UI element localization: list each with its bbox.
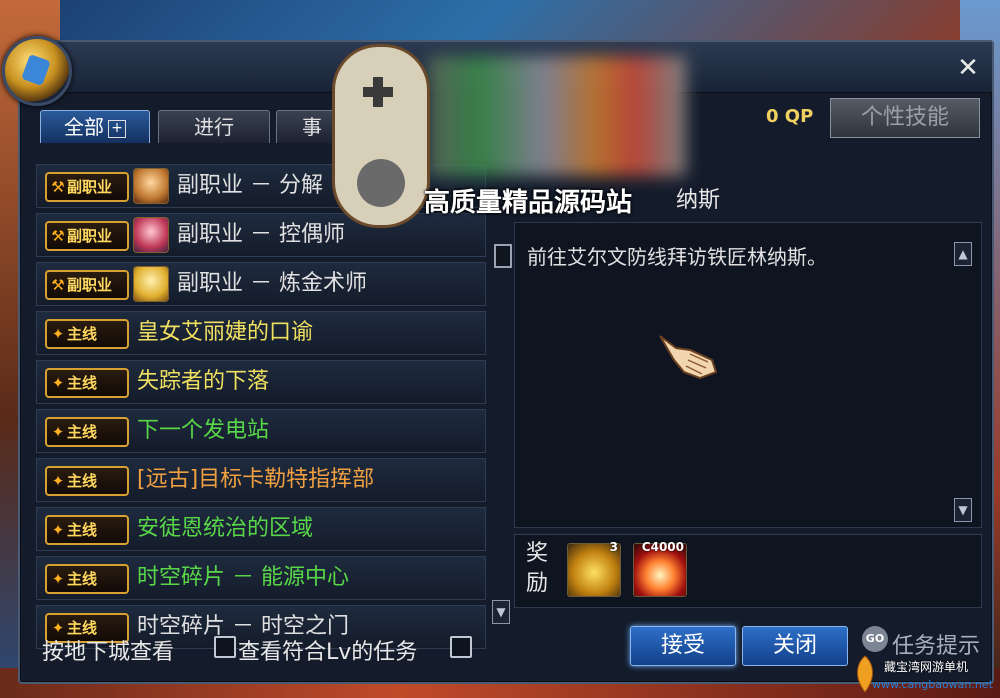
close-button[interactable]: 关闭 [742, 626, 848, 666]
quest-detail-title: 纳斯 [676, 188, 721, 213]
quest-type-badge: ⚒ 副职业 [45, 270, 129, 300]
quest-detail-panel: 前往艾尔文防线拜访铁匠林纳斯。 [514, 222, 982, 528]
quest-type-badge: ✦ 主线 [45, 515, 129, 545]
npc-avatar [133, 266, 169, 302]
crossed-axes-icon: ⚒ [51, 276, 65, 294]
level-filter-label: 查看符合Lv的任务 [238, 640, 418, 665]
detail-scroll-down-icon[interactable]: ▼ [954, 498, 972, 522]
list-item[interactable]: ✦ 主线 皇女艾丽婕的口谕 [36, 311, 486, 355]
main-quest-icon: ✦ [51, 423, 65, 441]
tab-all[interactable]: 全部 + [40, 110, 150, 143]
quest-title: 安徒恩统治的区域 [137, 516, 314, 541]
quest-type-badge: ✦ 主线 [45, 564, 129, 594]
tab-in-progress[interactable]: 进行 [158, 110, 270, 143]
main-quest-icon: ✦ [51, 374, 65, 392]
quest-hint-button[interactable]: 任务提示 [892, 628, 980, 660]
watermark-url: www.cangbaowan.net [872, 678, 993, 691]
reward-panel: 奖励 3 C4000 [514, 534, 982, 608]
gold-coins-icon[interactable]: 3 [567, 540, 621, 597]
list-item[interactable]: ✦ 主线 下一个发电站 [36, 409, 486, 453]
quest-title: 副职业 － 炼金术师 [177, 271, 367, 296]
tab-all-label: 全部 [64, 115, 104, 139]
gamepad-logo-icon [332, 44, 430, 228]
main-quest-icon: ✦ [51, 521, 65, 539]
quest-type-badge: ⚒ 副职业 [45, 221, 129, 251]
tab-events-label: 事 [302, 115, 322, 139]
list-scroll-down-icon[interactable]: ▼ [492, 600, 510, 624]
list-item[interactable]: ✦ 主线 时空碎片 － 能源中心 [36, 556, 486, 600]
accept-button[interactable]: 接受 [630, 626, 736, 666]
quest-title: 时空碎片 － 能源中心 [137, 565, 349, 590]
quest-type-badge: ✦ 主线 [45, 368, 129, 398]
main-quest-icon: ✦ [51, 325, 65, 343]
site-title: 高质量精品源码站 [424, 188, 633, 218]
npc-avatar [133, 217, 169, 253]
watermark-name: 藏宝湾网游单机 [884, 660, 969, 674]
main-quest-icon: ✦ [51, 472, 65, 490]
quest-title: 副职业 － 控偶师 [177, 222, 345, 247]
quest-type-badge: ✦ 主线 [45, 319, 129, 349]
list-item[interactable]: ✦ 主线 安徒恩统治的区域 [36, 507, 486, 551]
quest-title: [远古]目标卡勒特指挥部 [137, 467, 375, 492]
quest-description: 前往艾尔文防线拜访铁匠林纳斯。 [527, 245, 827, 269]
expand-icon[interactable]: + [108, 120, 126, 138]
main-quest-icon: ✦ [51, 570, 65, 588]
quest-type-badge: ✦ 主线 [45, 466, 129, 496]
go-icon[interactable]: GO [862, 626, 888, 652]
list-item[interactable]: ✦ 主线 [远古]目标卡勒特指挥部 [36, 458, 486, 502]
list-item[interactable]: ✦ 主线 失踪者的下落 [36, 360, 486, 404]
detail-scroll-up-icon[interactable]: ▲ [954, 242, 972, 266]
experience-icon[interactable]: C4000 [633, 540, 687, 597]
list-item[interactable]: ⚒ 副职业 副职业 － 炼金术师 [36, 262, 486, 306]
level-filter-checkbox[interactable] [214, 636, 236, 658]
tab-in-progress-label: 进行 [194, 115, 234, 139]
quest-orb-icon [2, 36, 72, 106]
qp-counter: 0 QP [766, 106, 814, 127]
close-window-button[interactable]: ✕ [956, 55, 980, 81]
pointer-hand-icon [659, 335, 718, 380]
dungeon-view-label[interactable]: 按地下城查看 [42, 634, 174, 666]
quest-type-badge: ⚒ 副职业 [45, 172, 129, 202]
exp-quantity: C4000 [641, 540, 684, 554]
list-item[interactable]: ⚒ 副职业 副职业 － 控偶师 [36, 213, 486, 257]
blurred-overlay [428, 56, 686, 176]
quest-list: ⚒ 副职业 副职业 － 分解 ⚒ 副职业 副职业 － 控偶师 ⚒ 副职业 副职业 － … [36, 164, 486, 649]
quest-title: 下一个发电站 [137, 418, 270, 443]
reward-label: 奖励 [525, 541, 548, 596]
extra-filter-checkbox[interactable] [450, 636, 472, 658]
coins-quantity: 3 [609, 540, 618, 554]
personal-skill-button[interactable]: 个性技能 [830, 98, 980, 138]
crossed-axes-icon: ⚒ [51, 178, 65, 196]
quest-type-badge: ✦ 主线 [45, 417, 129, 447]
track-quest-checkbox[interactable] [494, 244, 512, 268]
quest-title: 副职业 － 分解 [177, 173, 323, 198]
crossed-axes-icon: ⚒ [51, 227, 65, 245]
npc-avatar [133, 168, 169, 204]
quest-title: 失踪者的下落 [137, 369, 270, 394]
quest-title: 皇女艾丽婕的口谕 [137, 320, 314, 345]
